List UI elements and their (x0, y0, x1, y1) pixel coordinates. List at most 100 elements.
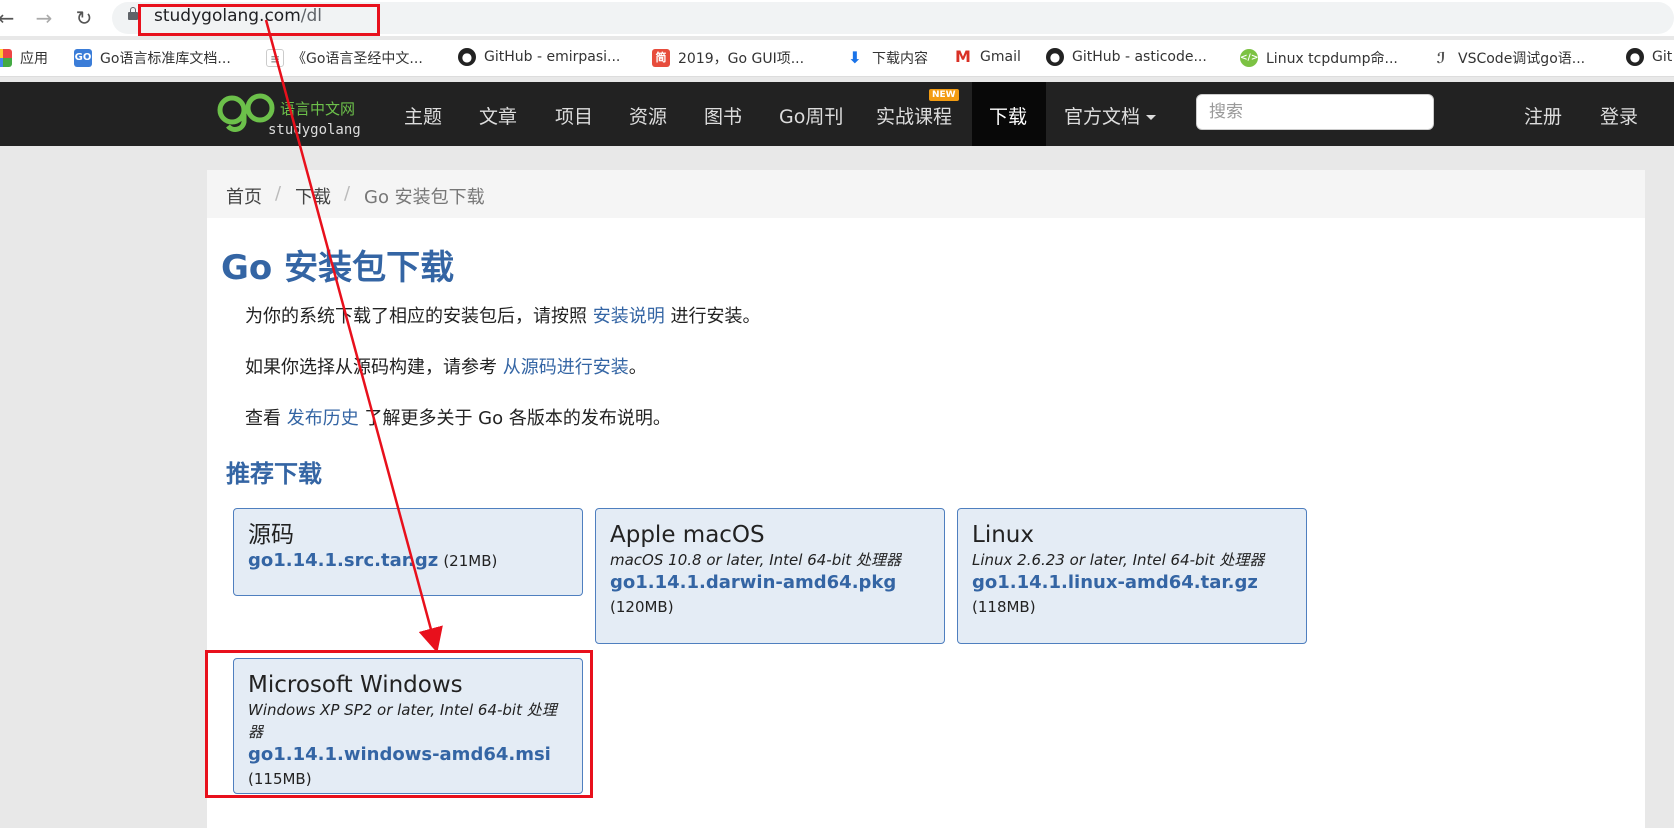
breadcrumb-current: Go 安装包下载 (364, 187, 485, 208)
install-guide-link[interactable]: 安装说明 (593, 306, 665, 327)
bookmark-label: 《Go语言圣经中文... (292, 51, 423, 67)
release-history-text: 查看 发布历史 了解更多关于 Go 各版本的发布说明。 (245, 404, 671, 430)
site-logo[interactable]: 语言中文网 studygolang (214, 86, 374, 142)
nav-projects[interactable]: 项目 (555, 102, 593, 129)
breadcrumb-separator: / (344, 183, 351, 204)
url-text[interactable]: studygolang.com/dl (154, 6, 322, 26)
github-icon: ● (1046, 48, 1064, 66)
page-title: Go 安装包下载 (221, 248, 455, 288)
search-input[interactable] (1196, 94, 1434, 130)
bookmarks-bar: 应用 GO Go语言标准库文档... ≡ 《Go语言圣经中文... ● GitH… (0, 40, 1674, 77)
bookmark-label: 下载内容 (872, 51, 928, 67)
card-title: Apple macOS (610, 522, 765, 548)
text-span: 查看 (245, 408, 287, 429)
download-card-source[interactable]: 源码 go1.14.1.src.tar.gz (21MB) (233, 508, 583, 596)
bookmark-label: Linux tcpdump命... (1266, 51, 1398, 67)
release-history-link[interactable]: 发布历史 (287, 408, 359, 429)
github-icon: ● (458, 48, 476, 66)
nav-books[interactable]: 图书 (704, 102, 742, 129)
bookmark-go-bible[interactable]: ≡ 《Go语言圣经中文... (266, 48, 423, 68)
nav-topics[interactable]: 主题 (404, 102, 442, 129)
nav-go-weekly[interactable]: Go周刊 (779, 102, 843, 129)
text-span: 了解更多关于 Go 各版本的发布说明。 (358, 408, 671, 429)
download-icon: ⬇ (848, 48, 862, 67)
logo-english-text: studygolang (268, 122, 361, 138)
download-link-macos[interactable]: go1.14.1.darwin-amd64.pkg (610, 572, 896, 593)
download-card-linux[interactable]: Linux Linux 2.6.23 or later, Intel 64-bi… (957, 508, 1307, 644)
bookmark-vscode[interactable]: ℐ VSCode调试go语... (1432, 48, 1586, 68)
text-span: 。 (628, 357, 647, 378)
bookmark-go-gui[interactable]: 简 2019，Go GUI项... (652, 48, 804, 68)
apps-grid-icon (0, 49, 12, 67)
back-arrow-icon[interactable]: ← (0, 4, 20, 32)
reload-icon[interactable]: ↻ (70, 4, 98, 32)
nav-official-docs[interactable]: 官方文档 (1064, 102, 1157, 129)
breadcrumb-download[interactable]: 下载 (295, 183, 331, 209)
bookmark-github-1[interactable]: ● GitHub - emirpasi... (458, 48, 620, 66)
bookmark-go-std[interactable]: GO Go语言标准库文档... (74, 48, 231, 68)
text-span: 进行安装。 (664, 306, 761, 327)
card-title: 源码 (248, 522, 294, 548)
bookmark-github-3[interactable]: ● Git (1626, 48, 1672, 66)
breadcrumb-separator: / (275, 183, 282, 204)
vscode-icon: ℐ (1436, 49, 1446, 67)
url-host: studygolang.com (154, 6, 301, 26)
gmail-icon: M (955, 47, 971, 66)
bookmark-label: GitHub - asticode... (1072, 49, 1207, 65)
jian-icon: 简 (652, 49, 670, 67)
source-build-text: 如果你选择从源码构建，请参考 从源码进行安装。 (245, 353, 647, 379)
nav-courses[interactable]: 实战课程 (876, 102, 952, 129)
caret-down-icon (1146, 115, 1157, 120)
download-link-windows[interactable]: go1.14.1.windows-amd64.msi (248, 744, 551, 765)
card-title: Linux (972, 522, 1034, 548)
system-requirements: macOS 10.8 or later, Intel 64-bit 处理器 (610, 551, 902, 569)
go-logo-icon (217, 93, 275, 132)
bookmark-label: Gmail (980, 49, 1021, 65)
login-link[interactable]: 登录 (1600, 102, 1638, 129)
text-span: 如果你选择从源码构建，请参考 (245, 357, 503, 378)
url-field[interactable] (112, 2, 1674, 34)
file-size: (115MB) (248, 770, 312, 788)
system-requirements: Windows XP SP2 or later, Intel 64-bit 处理… (248, 701, 557, 741)
file-size: (118MB) (972, 598, 1036, 616)
bookmark-label: Go语言标准库文档... (100, 51, 231, 67)
browser-address-bar: ← → ↻ studygolang.com/dl (0, 0, 1674, 36)
nav-resources[interactable]: 资源 (629, 102, 667, 129)
nav-articles[interactable]: 文章 (479, 102, 517, 129)
nav-official-docs-label: 官方文档 (1064, 106, 1141, 128)
bookmark-gmail[interactable]: M Gmail (954, 48, 1021, 66)
file-size: (21MB) (443, 552, 498, 570)
text-span: 为你的系统下载了相应的安装包后，请按照 (245, 306, 593, 327)
bookmark-label: 2019，Go GUI项... (678, 51, 805, 67)
file-size: (120MB) (610, 598, 674, 616)
source-install-link[interactable]: 从源码进行安装 (503, 357, 629, 378)
download-link-source[interactable]: go1.14.1.src.tar.gz (248, 550, 438, 571)
go-icon: GO (74, 49, 92, 67)
download-link-linux[interactable]: go1.14.1.linux-amd64.tar.gz (972, 572, 1258, 593)
bookmark-tcpdump[interactable]: </> Linux tcpdump命... (1240, 48, 1398, 68)
install-instructions-text: 为你的系统下载了相应的安装包后，请按照 安装说明 进行安装。 (245, 302, 760, 328)
site-navbar: 语言中文网 studygolang 主题 文章 项目 资源 图书 Go周刊 实战… (0, 82, 1674, 146)
download-card-windows[interactable]: Microsoft Windows Windows XP SP2 or late… (233, 658, 583, 794)
bookmark-label: GitHub - emirpasi... (484, 49, 621, 65)
new-badge: NEW (929, 89, 959, 101)
bookmark-label: VSCode调试go语... (1458, 51, 1586, 67)
lock-icon (128, 7, 138, 20)
forward-arrow-icon[interactable]: → (30, 4, 58, 32)
book-icon: ≡ (266, 49, 284, 67)
url-path: /dl (300, 6, 323, 26)
breadcrumb-home[interactable]: 首页 (226, 183, 262, 209)
main-content: 首页 / 下载 / Go 安装包下载 Go 安装包下载 为你的系统下载了相应的安… (207, 170, 1645, 828)
card-title: Microsoft Windows (248, 672, 463, 698)
github-icon: ● (1626, 48, 1644, 66)
system-requirements: Linux 2.6.23 or later, Intel 64-bit 处理器 (972, 551, 1265, 569)
download-card-macos[interactable]: Apple macOS macOS 10.8 or later, Intel 6… (595, 508, 945, 644)
nav-download[interactable]: 下载 (989, 102, 1027, 129)
register-link[interactable]: 注册 (1524, 102, 1562, 129)
recommended-downloads-heading: 推荐下载 (226, 460, 322, 488)
bookmark-github-2[interactable]: ● GitHub - asticode... (1046, 48, 1207, 66)
logo-chinese-text: 语言中文网 (280, 100, 356, 118)
bookmark-label: 应用 (20, 51, 48, 67)
bookmark-downloads[interactable]: ⬇ 下载内容 (846, 48, 928, 68)
bookmark-apps[interactable]: 应用 (0, 48, 48, 68)
